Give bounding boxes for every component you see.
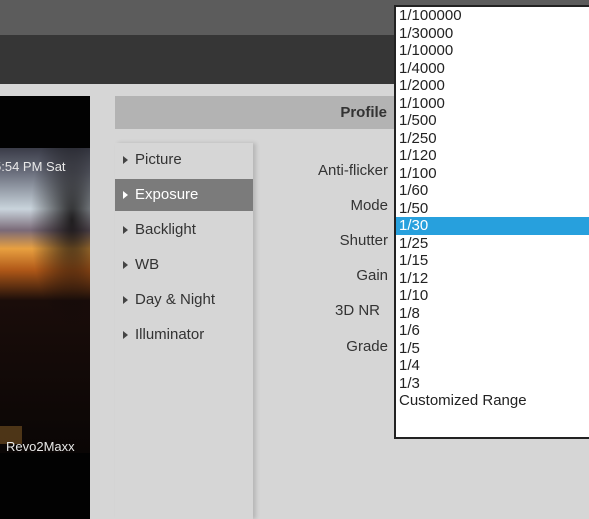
anti-flicker-label: Anti-flicker	[317, 162, 388, 179]
shutter-option[interactable]: 1/100	[396, 165, 589, 183]
shutter-option[interactable]: 1/4000	[396, 60, 589, 78]
shutter-option[interactable]: 1/2000	[396, 77, 589, 95]
timestamp-overlay: 5:54 PM Sat	[0, 159, 66, 174]
menu-item-label: WB	[135, 256, 160, 273]
shutter-option[interactable]: 1/500	[396, 112, 589, 130]
caret-right-icon	[123, 331, 128, 339]
shutter-option[interactable]: 1/250	[396, 130, 589, 148]
shutter-option[interactable]: 1/50	[396, 200, 589, 218]
camera-name-overlay: Revo2Maxx	[6, 439, 75, 454]
menu-item-wb[interactable]: WB	[115, 249, 253, 281]
menu-item-label: Day & Night	[135, 291, 216, 308]
shutter-option[interactable]: 1/25	[396, 235, 589, 253]
shutter-option[interactable]: 1/60	[396, 182, 589, 200]
shutter-option[interactable]: 1/10	[396, 287, 589, 305]
caret-right-icon	[123, 296, 128, 304]
camera-preview: 5:54 PM Sat Revo2Maxx	[0, 96, 90, 519]
shutter-option[interactable]: 1/8	[396, 305, 589, 323]
profile-title: Profile	[340, 104, 387, 121]
menu-item-label: Illuminator	[135, 326, 205, 343]
menu-item-label: Exposure	[135, 186, 199, 203]
tree-silhouette	[30, 148, 90, 328]
menu-item-label: Picture	[135, 151, 182, 168]
menu-item-illuminator[interactable]: Illuminator	[115, 319, 253, 351]
menu-item-label: Backlight	[135, 221, 196, 238]
caret-right-icon	[123, 261, 128, 269]
menu-item-exposure[interactable]: Exposure	[115, 179, 253, 211]
shutter-option[interactable]: 1/3	[396, 375, 589, 393]
settings-menu: Picture Exposure Backlight WB Day & Nigh…	[115, 143, 253, 519]
shutter-option[interactable]: 1/30000	[396, 25, 589, 43]
shutter-option[interactable]: 1/1000	[396, 95, 589, 113]
shutter-option[interactable]: 1/10000	[396, 42, 589, 60]
gain-label: Gain	[356, 267, 388, 284]
menu-item-picture[interactable]: Picture	[115, 144, 253, 176]
shutter-option[interactable]: 1/6	[396, 322, 589, 340]
shutter-option[interactable]: 1/100000	[396, 7, 589, 25]
3d-nr-label: 3D NR	[334, 302, 380, 319]
shutter-dropdown-list[interactable]: 1/100000 1/30000 1/10000 1/4000 1/2000 1/1000…	[394, 5, 589, 439]
grade-label: Grade	[346, 338, 388, 355]
shutter-option[interactable]: Customized Range	[396, 392, 589, 410]
shutter-option[interactable]: 1/12	[396, 270, 589, 288]
caret-right-icon	[123, 156, 128, 164]
shutter-option[interactable]: 1/15	[396, 252, 589, 270]
menu-item-day-night[interactable]: Day & Night	[115, 284, 253, 316]
shutter-option[interactable]: 1/4	[396, 357, 589, 375]
mode-label: Mode	[350, 197, 388, 214]
shutter-option[interactable]: 1/5	[396, 340, 589, 358]
caret-right-icon	[123, 226, 128, 234]
caret-right-icon	[123, 191, 128, 199]
shutter-label: Shutter	[339, 232, 388, 249]
shutter-option[interactable]: 1/120	[396, 147, 589, 165]
shutter-option[interactable]: 1/30	[396, 217, 589, 235]
menu-item-backlight[interactable]: Backlight	[115, 214, 253, 246]
